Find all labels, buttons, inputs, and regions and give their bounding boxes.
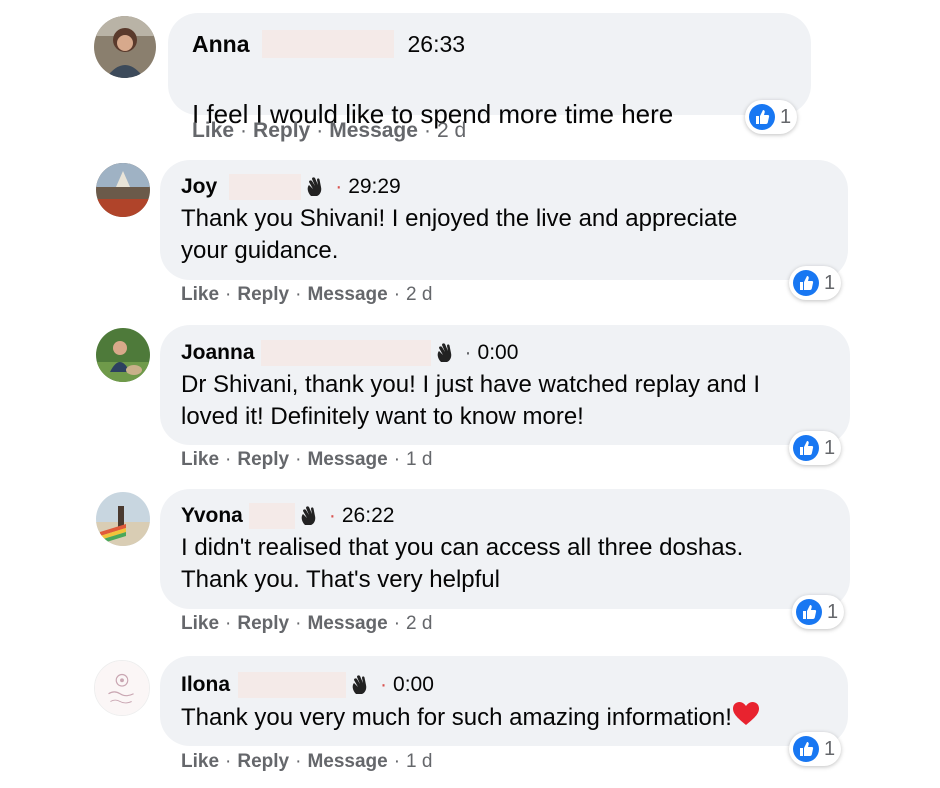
comment-actions: Like · Reply · Message · 1 d bbox=[181, 751, 433, 772]
timestamp-link[interactable]: 0:00 bbox=[393, 673, 434, 697]
reaction-count[interactable]: 1 bbox=[789, 732, 842, 766]
avatar[interactable] bbox=[94, 660, 150, 716]
wave-icon bbox=[350, 674, 370, 696]
comment: Ilona · 0:00 Thank you very much for suc… bbox=[0, 0, 940, 788]
author-name[interactable]: Ilona bbox=[181, 673, 230, 697]
like-button[interactable]: Like bbox=[181, 751, 219, 772]
red-heart-emoji bbox=[732, 701, 760, 736]
like-reaction-icon bbox=[793, 736, 819, 762]
redacted-name bbox=[238, 672, 347, 698]
message-button[interactable]: Message bbox=[307, 751, 387, 772]
reply-button[interactable]: Reply bbox=[237, 751, 289, 772]
comment-age[interactable]: 1 d bbox=[406, 751, 432, 772]
comment-text: Thank you very much for such amazing inf… bbox=[181, 701, 760, 736]
avatar-logo bbox=[95, 661, 149, 715]
comment-header: Ilona · 0:00 bbox=[181, 672, 434, 698]
